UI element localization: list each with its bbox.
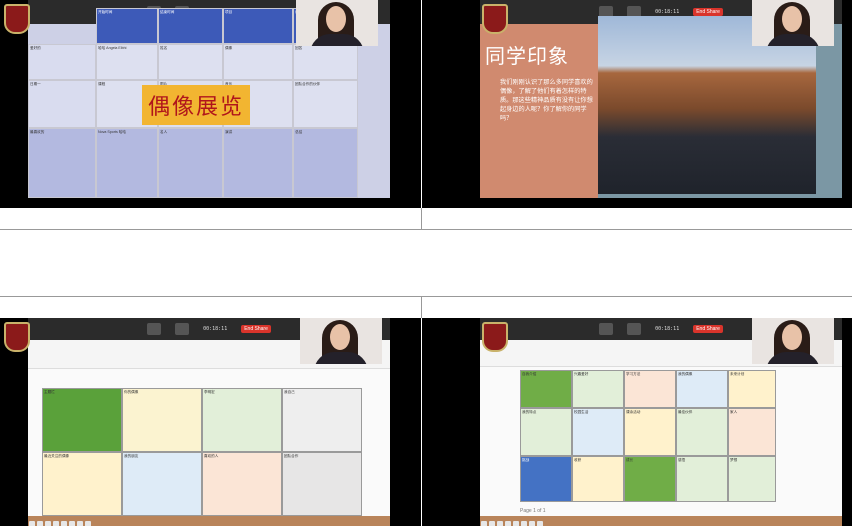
grid-cell: 梦想 xyxy=(728,456,776,502)
grid-cell: 挑战 xyxy=(520,456,572,502)
grid-cell: 成长 xyxy=(624,456,676,502)
tile-bottom-right[interactable]: 00:18:11 End Share 自我介绍 兴趣爱好 学习方法 我的偶像 未… xyxy=(422,318,852,526)
meeting-timer: 00:18:11 xyxy=(203,326,228,332)
dock-icon[interactable] xyxy=(521,521,527,526)
dock-icon[interactable] xyxy=(37,521,43,526)
grid-cell: 自我介绍 xyxy=(520,370,572,408)
grid-cell: 兴趣爱好 xyxy=(572,370,624,408)
dock-icon[interactable] xyxy=(489,521,495,526)
participant-video[interactable] xyxy=(752,0,834,46)
participant-video[interactable] xyxy=(300,318,382,364)
overlay-title: 偶像展览 xyxy=(142,85,251,125)
dock-icon[interactable] xyxy=(61,521,67,526)
tile-top-left[interactable]: 00:18:11 End Share 开始时间 结束时间 项目 说明 爱好的 哈… xyxy=(0,0,421,208)
dock-icon[interactable] xyxy=(513,521,519,526)
grid-cell: 感悟 xyxy=(676,456,728,502)
table-cell: 回答 xyxy=(293,44,358,80)
grid-cell: 喜欢的人 xyxy=(202,452,282,516)
table-cell: 团队合作的伙伴 xyxy=(293,80,358,128)
mute-button[interactable] xyxy=(147,323,162,335)
grid-cell: 最佳伙伴 xyxy=(676,408,728,456)
table-header-cell: 结束时间 xyxy=(158,8,223,44)
table-cell: 名人 xyxy=(158,128,223,198)
table-cell: 演讲 xyxy=(223,128,293,198)
slide-body: 我们刚刚认识了那么多同学喜欢的偶像，了解了他们有着怎样的特质。那这些精神品质有没… xyxy=(500,79,593,122)
table-header-cell: 项目 xyxy=(223,8,293,44)
participant-video[interactable] xyxy=(296,0,378,46)
divider-bottom xyxy=(0,296,852,297)
grid-cell: 我的朋友 xyxy=(122,452,202,516)
grid-cell: 我的特点 xyxy=(520,408,572,456)
grid-cell: 家人 xyxy=(728,408,776,456)
grid-cell: 学习方法 xyxy=(624,370,676,408)
dock-icon[interactable] xyxy=(53,521,59,526)
table-cell: 哈哈 Angela Elbhi xyxy=(96,44,158,80)
dock-icon[interactable] xyxy=(505,521,511,526)
dock-icon[interactable] xyxy=(69,521,75,526)
dock-icon[interactable] xyxy=(29,521,35,526)
table-header-cell: 开始时间 xyxy=(96,8,158,44)
divider-vertical-bottom xyxy=(421,296,422,318)
slide-title: 同学印象 xyxy=(485,46,569,68)
dock-icon[interactable] xyxy=(537,521,543,526)
dock-icon[interactable] xyxy=(481,521,487,526)
school-logo xyxy=(4,4,30,34)
school-logo xyxy=(482,4,508,34)
video-button[interactable] xyxy=(627,323,642,335)
grid-cell: 未来计划 xyxy=(728,370,776,408)
meeting-timer: 00:18:11 xyxy=(655,9,680,15)
dock-icon[interactable] xyxy=(85,521,91,526)
grid-cell: 收获 xyxy=(572,456,624,502)
school-logo xyxy=(482,322,508,352)
dock-icon[interactable] xyxy=(497,521,503,526)
grid-cell: 校园生活 xyxy=(572,408,624,456)
meeting-timer: 00:18:11 xyxy=(655,326,680,332)
video-button[interactable] xyxy=(175,323,190,335)
table-cell: 日期一 xyxy=(28,80,96,128)
divider-top xyxy=(0,229,852,230)
dock-icon[interactable] xyxy=(45,521,51,526)
grid-cell: 课余活动 xyxy=(624,408,676,456)
table-cell: 总结 xyxy=(293,128,358,198)
status-bar: Page 1 of 1 xyxy=(520,508,546,514)
grid-cell: 主题栏 xyxy=(42,388,122,452)
end-share-button[interactable]: End Share xyxy=(693,8,723,16)
dock-icon[interactable] xyxy=(77,521,83,526)
dock-icon[interactable] xyxy=(529,521,535,526)
mute-button[interactable] xyxy=(599,323,614,335)
grid-cell: 团队合作 xyxy=(282,452,362,516)
grid-cell: 李明宏 xyxy=(202,388,282,452)
table-cell: 爱好的 xyxy=(28,44,96,80)
table-cell: 姓名 xyxy=(158,44,223,80)
dock xyxy=(480,516,842,526)
divider-vertical-top xyxy=(421,208,422,230)
table-cell: Nova Sports 哈哈 xyxy=(96,128,158,198)
table-cell: 偶像 xyxy=(223,44,293,80)
school-logo xyxy=(4,322,30,352)
grid-cell: 你的偶像 xyxy=(122,388,202,452)
tile-top-right[interactable]: 00:18:11 End Share 同学印象 我们刚刚认识了那么多同学喜欢的偶… xyxy=(422,0,852,208)
dock xyxy=(28,516,390,526)
grid-cell: 我自己 xyxy=(282,388,362,452)
table-cell: 最喜欢的 xyxy=(28,128,96,198)
end-share-button[interactable]: End Share xyxy=(693,325,723,333)
end-share-button[interactable]: End Share xyxy=(241,325,271,333)
grid-cell: 我的偶像 xyxy=(676,370,728,408)
tile-bottom-left[interactable]: 00:18:11 End Share 主题栏 你的偶像 李明宏 我自己 最近关注… xyxy=(0,318,421,526)
grid-cell: 最近关注的偶像 xyxy=(42,452,122,516)
participant-video[interactable] xyxy=(752,318,834,364)
